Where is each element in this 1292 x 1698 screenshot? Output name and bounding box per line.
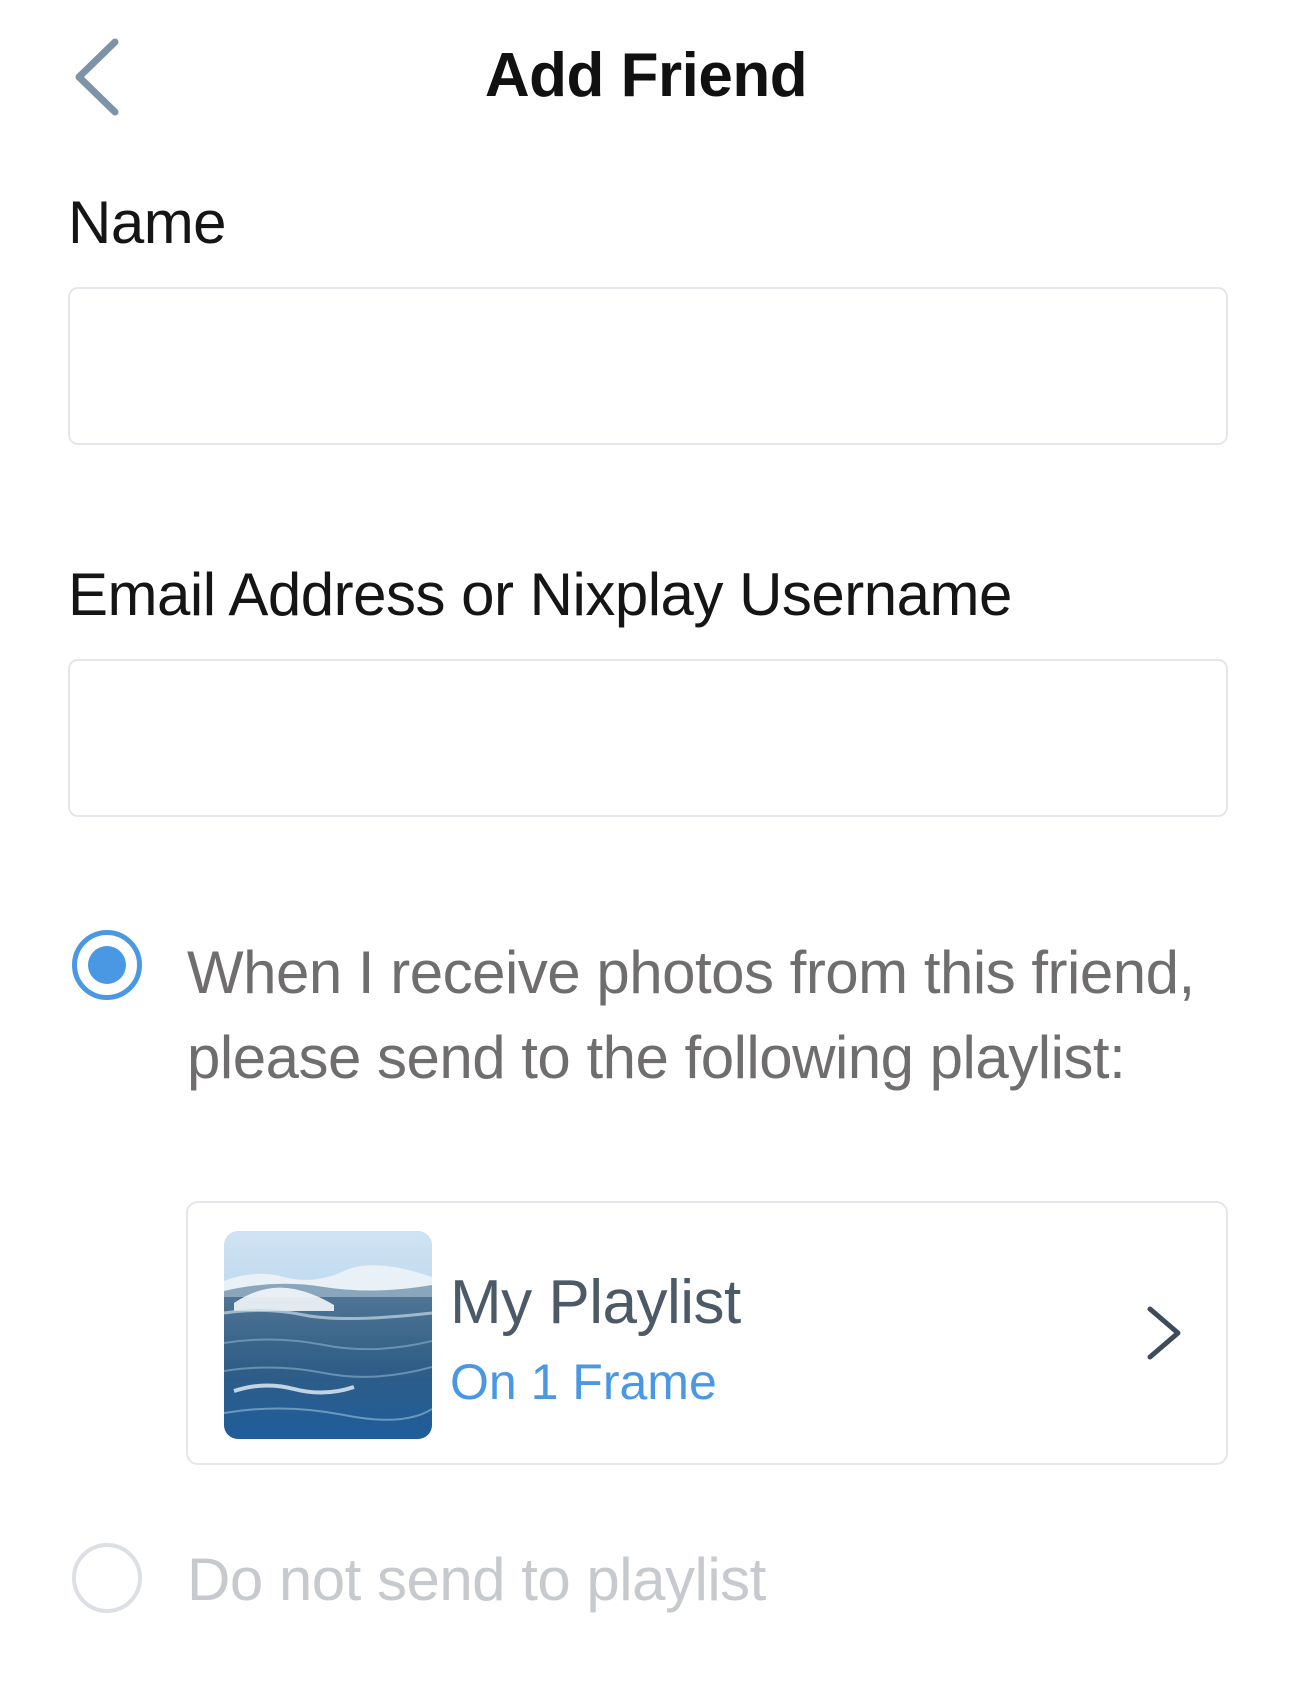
email-or-username-input[interactable] <box>68 659 1228 817</box>
name-label: Name <box>68 189 227 256</box>
playlist-name: My Playlist <box>450 1268 741 1337</box>
do-not-send-radio[interactable] <box>72 1543 142 1613</box>
name-input[interactable] <box>68 287 1228 445</box>
page-title: Add Friend <box>484 41 808 110</box>
playlist-frame-count: On 1 Frame <box>450 1354 717 1410</box>
send-to-playlist-label[interactable]: When I receive photos from this friend, … <box>187 930 1197 1100</box>
do-not-send-label[interactable]: Do not send to playlist <box>187 1540 766 1620</box>
email-label: Email Address or Nixplay Username <box>68 561 1012 628</box>
chevron-right-icon <box>1147 1306 1181 1360</box>
playlist-thumbnail <box>224 1231 432 1439</box>
ocean-wave-photo <box>224 1231 432 1439</box>
radio-selected-dot <box>88 946 126 984</box>
send-to-playlist-radio[interactable] <box>72 930 142 1000</box>
playlist-selector[interactable]: My Playlist On 1 Frame <box>186 1201 1228 1465</box>
header-bar: Add Friend <box>0 0 1292 160</box>
